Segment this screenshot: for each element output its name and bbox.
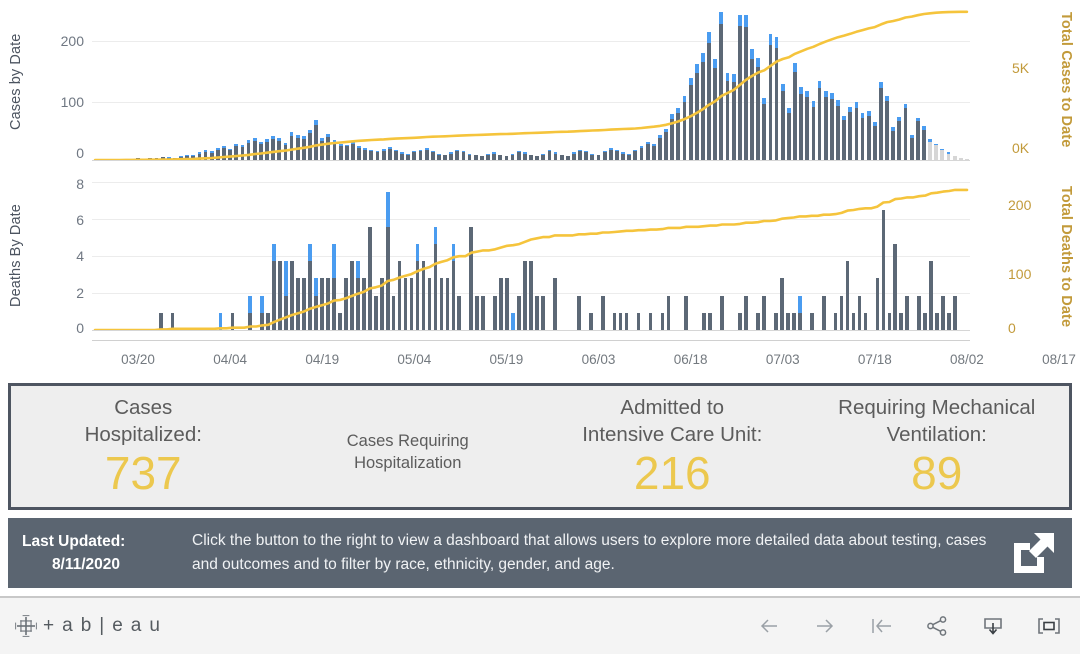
share-icon xyxy=(927,616,947,636)
x-axis-tick: 05/04 xyxy=(397,352,432,367)
kpi-value: 89 xyxy=(911,447,963,500)
wordmark-letter: e xyxy=(112,615,124,636)
wordmark-letter: u xyxy=(149,615,161,636)
x-axis-tick: 06/03 xyxy=(581,352,616,367)
cases-y2tick-5k: 5K xyxy=(1012,60,1030,76)
deaths-left-axis-title: Deaths By Date xyxy=(8,204,24,308)
charts-region: Cases by Date Total Cases to Date 200 10… xyxy=(0,0,1080,375)
deaths-ytick-6: 6 xyxy=(76,212,84,228)
last-updated-label: Last Updated: xyxy=(22,532,126,550)
tableau-footer: + a b | e a u xyxy=(0,596,1080,654)
x-axis-tick: 04/04 xyxy=(213,352,248,367)
tableau-mark-icon xyxy=(15,615,37,637)
external-link-button[interactable] xyxy=(1006,525,1062,581)
external-link-icon xyxy=(1014,533,1054,573)
wordmark-letter: + xyxy=(43,615,56,636)
deaths-ytick-8: 8 xyxy=(76,176,84,192)
x-axis-tick: 07/03 xyxy=(765,352,800,367)
deaths-y2tick-200: 200 xyxy=(1008,197,1032,213)
x-axis-tick: 04/19 xyxy=(305,352,340,367)
cumulative-line-path xyxy=(95,190,967,330)
back-icon xyxy=(760,619,777,633)
deaths-plot-area[interactable] xyxy=(92,182,970,331)
cases-baseline xyxy=(92,160,970,161)
kpi-panel: Cases Hospitalized: 737 Cases Requiring … xyxy=(8,383,1072,510)
tableau-logo[interactable]: + a b | e a u xyxy=(14,614,161,638)
deaths-ytick-0: 0 xyxy=(76,320,84,336)
kpi-label: Cases Hospitalized: xyxy=(84,396,202,447)
wordmark-letter: | xyxy=(99,615,106,636)
cases-cumulative-line xyxy=(92,8,970,160)
x-axis-line xyxy=(92,340,970,341)
x-axis-tick: 05/19 xyxy=(489,352,524,367)
fullscreen-icon xyxy=(1038,618,1060,634)
cases-plot-area[interactable] xyxy=(92,8,970,161)
deaths-ytick-4: 4 xyxy=(76,248,84,264)
wordmark-letter: a xyxy=(62,615,74,636)
x-axis-tick: 07/18 xyxy=(857,352,892,367)
share-button[interactable] xyxy=(924,613,950,639)
tableau-wordmark: + a b | e a u xyxy=(43,615,161,637)
kpi-note: Cases Requiring Hospitalization xyxy=(346,432,469,473)
banner-description: Click the button to the right to view a … xyxy=(192,531,987,573)
deaths-ytick-2: 2 xyxy=(76,285,84,301)
cases-left-axis-title: Cases by Date xyxy=(8,33,24,130)
kpi-value: 737 xyxy=(104,447,182,500)
deaths-y2tick-100: 100 xyxy=(1008,266,1032,282)
wordmark-letter: b xyxy=(80,615,93,636)
kpi-cases-hospitalized: Cases Hospitalized: 737 xyxy=(11,386,276,507)
forward-icon xyxy=(817,619,834,633)
info-banner: Last Updated: 8/11/2020 Click the button… xyxy=(8,518,1072,588)
footer-icon-group xyxy=(756,613,1062,639)
x-axis-tick: 03/20 xyxy=(121,352,155,367)
kpi-requiring-mechanical-ventilation: Requiring Mechanical Ventilation: 89 xyxy=(805,386,1070,507)
kpi-value: 216 xyxy=(633,447,711,500)
cases-y2tick-0k: 0K xyxy=(1012,140,1030,156)
back-button[interactable] xyxy=(756,613,782,639)
kpi-admitted-to-icu: Admitted to Intensive Care Unit: 216 xyxy=(540,386,805,507)
revert-icon xyxy=(872,619,891,633)
x-axis-tick: 06/18 xyxy=(673,352,708,367)
forward-button[interactable] xyxy=(812,613,838,639)
download-button[interactable] xyxy=(980,613,1006,639)
deaths-right-axis-title: Total Deaths to Date xyxy=(1058,186,1074,328)
deaths-cumulative-line xyxy=(92,182,970,330)
deaths-baseline xyxy=(92,330,970,331)
kpi-label: Requiring Mechanical Ventilation: xyxy=(838,396,1036,447)
dashboard-root: Cases by Date Total Cases to Date 200 10… xyxy=(0,0,1080,654)
cumulative-line-path xyxy=(95,12,967,160)
cases-right-axis-title: Total Cases to Date xyxy=(1058,12,1074,148)
last-updated-date: 8/11/2020 xyxy=(51,556,121,573)
download-icon xyxy=(984,618,1002,635)
kpi-note-cell: Cases Requiring Hospitalization xyxy=(276,386,541,507)
cases-ytick-0: 0 xyxy=(76,145,84,161)
x-axis-tick: 08/17 xyxy=(1042,352,1076,367)
x-axis-tick: 08/02 xyxy=(950,352,984,367)
wordmark-letter: a xyxy=(130,615,143,636)
kpi-label: Admitted to Intensive Care Unit: xyxy=(582,396,763,447)
last-updated-block: Last Updated: 8/11/2020 xyxy=(22,530,192,577)
revert-button[interactable] xyxy=(868,613,894,639)
cases-ytick-200: 200 xyxy=(60,33,84,49)
deaths-y2tick-0: 0 xyxy=(1008,320,1016,336)
cases-ytick-100: 100 xyxy=(60,94,84,110)
fullscreen-button[interactable] xyxy=(1036,613,1062,639)
